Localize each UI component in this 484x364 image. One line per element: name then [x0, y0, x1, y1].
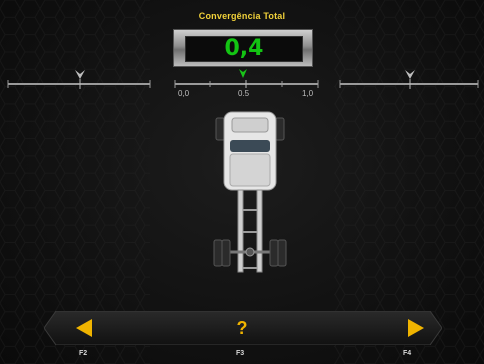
center-scale — [174, 69, 319, 88]
tick-label-min: 0,0 — [178, 89, 190, 98]
left-marker-icon — [75, 70, 85, 79]
right-marker-icon — [405, 70, 415, 79]
previous-button[interactable] — [64, 311, 104, 345]
next-button[interactable] — [396, 311, 436, 345]
arrow-left-icon — [76, 319, 92, 337]
f2-key-label: F2 — [79, 350, 88, 357]
left-reference-bar — [7, 70, 151, 89]
tick-label-mid: 0.5 — [238, 89, 250, 98]
f3-key-label: F3 — [236, 350, 245, 357]
question-icon: ? — [236, 318, 248, 338]
help-button[interactable]: ? — [222, 311, 262, 345]
right-reference-bar — [339, 70, 479, 89]
arrow-right-icon — [408, 319, 424, 337]
f4-key-label: F4 — [403, 350, 412, 357]
value-marker-icon — [239, 69, 247, 78]
tick-label-max: 1,0 — [302, 89, 314, 98]
truck-chassis-icon — [213, 111, 287, 273]
